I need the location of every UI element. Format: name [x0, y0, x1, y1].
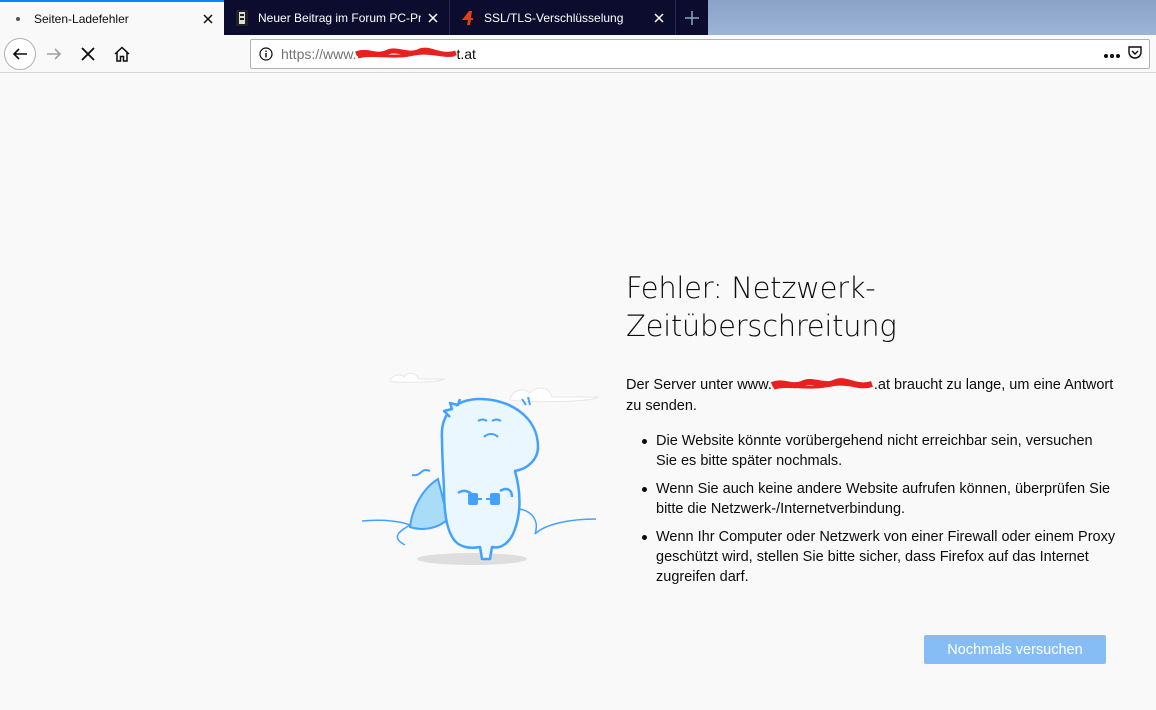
retry-button[interactable]: Nochmals versuchen	[924, 635, 1106, 664]
navigation-toolbar: https://www. t.at	[0, 35, 1156, 73]
error-title-line2: Zeitüberschreitung	[626, 309, 897, 343]
plus-icon	[685, 10, 699, 25]
close-tab-icon[interactable]	[647, 6, 671, 30]
url-prefix: https://www.	[281, 46, 357, 62]
url-text[interactable]: https://www. t.at	[281, 46, 476, 62]
stop-button[interactable]	[72, 38, 104, 70]
list-item: Die Website könnte vorübergehend nicht e…	[642, 431, 1116, 471]
error-title-line1: Fehler: Netzwerk-	[626, 271, 876, 305]
forward-arrow-icon	[47, 47, 62, 60]
home-button[interactable]	[106, 38, 138, 70]
error-page: Fehler: Netzwerk- Zeitüberschreitung Der…	[0, 74, 1156, 710]
tab-label: SSL/TLS-Verschlüsselung	[484, 10, 624, 25]
home-icon	[114, 45, 130, 62]
desc-before: Der Server unter www.	[626, 377, 772, 393]
loading-dot-icon	[10, 11, 26, 27]
error-title: Fehler: Netzwerk- Zeitüberschreitung	[626, 269, 1116, 345]
url-bar[interactable]: https://www. t.at	[250, 39, 1150, 69]
tab-neuer-beitrag[interactable]: Neuer Beitrag im Forum PC-Pr	[224, 0, 450, 35]
tab-label: Neuer Beitrag im Forum PC-Pr	[258, 10, 421, 25]
back-button[interactable]	[4, 37, 36, 70]
tab-seiten-ladefehler[interactable]: Seiten-Ladefehler	[0, 0, 224, 35]
close-tab-icon[interactable]	[196, 7, 220, 31]
close-tab-icon[interactable]	[421, 6, 445, 30]
back-arrow-icon	[12, 47, 27, 60]
url-redaction	[355, 47, 458, 61]
stop-x-icon	[81, 46, 95, 61]
host-redaction	[770, 378, 874, 392]
site-info-icon[interactable]	[251, 47, 281, 61]
tabstrip-background	[708, 0, 1156, 35]
error-suggestions-list: Die Website könnte vorübergehend nicht e…	[642, 431, 1116, 587]
error-description: Der Server unter www. .at braucht zu lang…	[626, 375, 1116, 417]
tab-label: Seiten-Ladefehler	[34, 11, 129, 26]
error-message-block: Fehler: Netzwerk- Zeitüberschreitung Der…	[626, 269, 1116, 595]
forum-favicon-icon	[234, 9, 250, 26]
tab-strip: Seiten-Ladefehler Neuer Beitrag im Forum…	[0, 0, 1156, 35]
forward-button[interactable]	[38, 38, 70, 70]
url-suffix: t.at	[456, 46, 476, 62]
pocket-icon[interactable]	[1127, 44, 1143, 65]
disconnected-dinosaur-illustration	[360, 359, 600, 579]
heise-favicon-icon	[460, 10, 476, 26]
new-tab-button[interactable]	[676, 0, 708, 35]
tab-ssl-tls[interactable]: SSL/TLS-Verschlüsselung	[450, 0, 676, 35]
page-actions-icon[interactable]	[1103, 46, 1121, 64]
list-item: Wenn Ihr Computer oder Netzwerk von eine…	[642, 529, 1116, 585]
list-item: Wenn Sie auch keine andere Website aufru…	[642, 479, 1116, 519]
